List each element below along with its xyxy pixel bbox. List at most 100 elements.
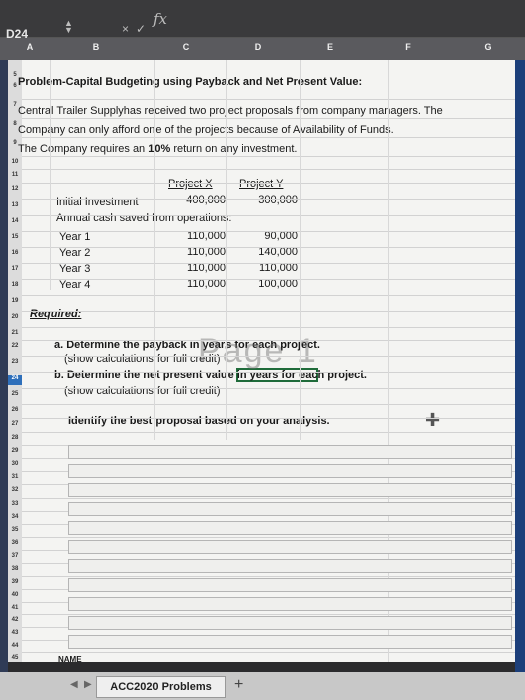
answer-line[interactable] [68, 540, 512, 554]
row-gridline [22, 137, 520, 138]
answer-line[interactable] [68, 559, 512, 573]
column-header-d[interactable]: D [248, 42, 268, 52]
row-number-34[interactable]: 34 [8, 514, 22, 524]
row-gridline [22, 118, 520, 119]
answer-line[interactable] [68, 464, 512, 478]
header-project-x[interactable]: Project X [168, 178, 213, 190]
row-number-39[interactable]: 39 [8, 579, 22, 589]
row-number-40[interactable]: 40 [8, 592, 22, 602]
row-gridline [22, 404, 520, 405]
row-number-29[interactable]: 29 [8, 448, 22, 458]
initial-investment-label[interactable]: Initial Investment [56, 196, 139, 208]
row-gridline [22, 311, 520, 312]
row-gridline [22, 183, 520, 184]
name-label[interactable]: NAME [58, 655, 82, 664]
window-edge-right [515, 60, 525, 672]
row-number-22[interactable]: 22 [8, 343, 22, 353]
confirm-icon[interactable]: ✓ [136, 22, 146, 36]
intro-line-3[interactable]: The Company requires an 10% return on an… [18, 143, 297, 155]
row-number-37[interactable]: 37 [8, 553, 22, 563]
sheet-tab-bar: ◀ ▶ ACC2020 Problems + [0, 672, 525, 700]
row-number-33[interactable]: 33 [8, 501, 22, 511]
row-gridline [22, 247, 520, 248]
answer-line[interactable] [68, 597, 512, 611]
row-number-14[interactable]: 14 [8, 218, 22, 228]
row-number-28[interactable]: 28 [8, 435, 22, 445]
sheet-title[interactable]: Problem-Capital Budgeting using Payback … [18, 76, 362, 88]
intro-line-3-pre: The Company requires an [18, 143, 149, 155]
answer-line[interactable] [68, 635, 512, 649]
year-4-label[interactable]: Year 4 [59, 279, 90, 291]
row-gridline [22, 279, 520, 280]
row-number-31[interactable]: 31 [8, 474, 22, 484]
answer-line[interactable] [68, 616, 512, 630]
row-number-26[interactable]: 26 [8, 407, 22, 417]
answer-line[interactable] [68, 521, 512, 535]
row-number-25[interactable]: 25 [8, 391, 22, 401]
header-project-y[interactable]: Project Y [239, 178, 283, 190]
identify-instruction[interactable]: Identify the best proposal based on your… [68, 415, 330, 427]
initial-investment-y[interactable]: 300,000 [240, 194, 298, 206]
req-b-line-2[interactable]: (show calculations for full credit) [64, 385, 221, 397]
row-number-11[interactable]: 11 [8, 172, 22, 182]
initial-investment-x[interactable]: 400,000 [168, 194, 226, 206]
add-sheet-button[interactable]: + [234, 676, 243, 694]
column-header-f[interactable]: F [398, 42, 418, 52]
row-number-19[interactable]: 19 [8, 298, 22, 308]
column-header-c[interactable]: C [176, 42, 196, 52]
row-number-38[interactable]: 38 [8, 566, 22, 576]
required-label[interactable]: Required: [30, 308, 81, 320]
row-number-23[interactable]: 23 [8, 359, 22, 369]
formula-bar: D24 ▲ ▼ × ✓ fx [0, 0, 525, 41]
row-number-13[interactable]: 13 [8, 202, 22, 212]
row-number-24[interactable]: 24 [8, 375, 22, 385]
cancel-icon[interactable]: × [122, 22, 129, 36]
intro-line-1[interactable]: Central Trailer Supplyhas received two p… [18, 105, 443, 117]
row-number-35[interactable]: 35 [8, 527, 22, 537]
row-number-42[interactable]: 42 [8, 617, 22, 627]
column-gridline [154, 60, 155, 440]
row-number-12[interactable]: 12 [8, 186, 22, 196]
row-number-20[interactable]: 20 [8, 314, 22, 324]
column-header-e[interactable]: E [320, 42, 340, 52]
column-header-b[interactable]: B [86, 42, 106, 52]
answer-line[interactable] [68, 445, 512, 459]
row-number-17[interactable]: 17 [8, 266, 22, 276]
row-number-44[interactable]: 44 [8, 643, 22, 653]
row-number-30[interactable]: 30 [8, 461, 22, 471]
column-header-a[interactable]: A [20, 42, 40, 52]
row-gridline [22, 614, 520, 615]
row-number-43[interactable]: 43 [8, 630, 22, 640]
year-1-label[interactable]: Year 1 [59, 231, 90, 243]
year-3-label[interactable]: Year 3 [59, 263, 90, 275]
row-number-45[interactable]: 45 [8, 655, 22, 665]
row-number-32[interactable]: 32 [8, 487, 22, 497]
row-number-27[interactable]: 27 [8, 421, 22, 431]
annual-cash-label[interactable]: Annual cash saved from operations: [56, 212, 232, 224]
formula-input[interactable] [196, 18, 516, 36]
row-gridline [22, 327, 520, 328]
column-gridline [226, 60, 227, 440]
sheet-tab-acc2020-problems[interactable]: ACC2020 Problems [96, 676, 226, 698]
worksheet[interactable]: 5 6 7 8 9 10 11 12 13 14 15 16 17 18 19 20 21 22 23 24 25 26 2… [8, 60, 520, 665]
answer-line[interactable] [68, 578, 512, 592]
row-number-10[interactable]: 10 [8, 159, 22, 169]
row-number-36[interactable]: 36 [8, 540, 22, 550]
answer-line[interactable] [68, 483, 512, 497]
column-header-g[interactable]: G [478, 42, 498, 52]
tab-next-icon[interactable]: ▶ [84, 679, 92, 690]
year-2-label[interactable]: Year 2 [59, 247, 90, 259]
row-number-18[interactable]: 18 [8, 282, 22, 292]
intro-line-2[interactable]: Company can only afford one of the proje… [18, 124, 394, 136]
row-number-21[interactable]: 21 [8, 330, 22, 340]
tab-prev-icon[interactable]: ◀ [70, 679, 78, 690]
column-gridline [50, 60, 51, 290]
row-gridline [22, 418, 520, 419]
fx-icon[interactable]: fx [153, 10, 167, 28]
row-number-16[interactable]: 16 [8, 250, 22, 260]
row-number-41[interactable]: 41 [8, 605, 22, 615]
row-gridline [22, 169, 520, 170]
answer-line[interactable] [68, 502, 512, 516]
nav-arrows-icon[interactable]: ▲ ▼ [64, 19, 73, 35]
row-number-15[interactable]: 15 [8, 234, 22, 244]
